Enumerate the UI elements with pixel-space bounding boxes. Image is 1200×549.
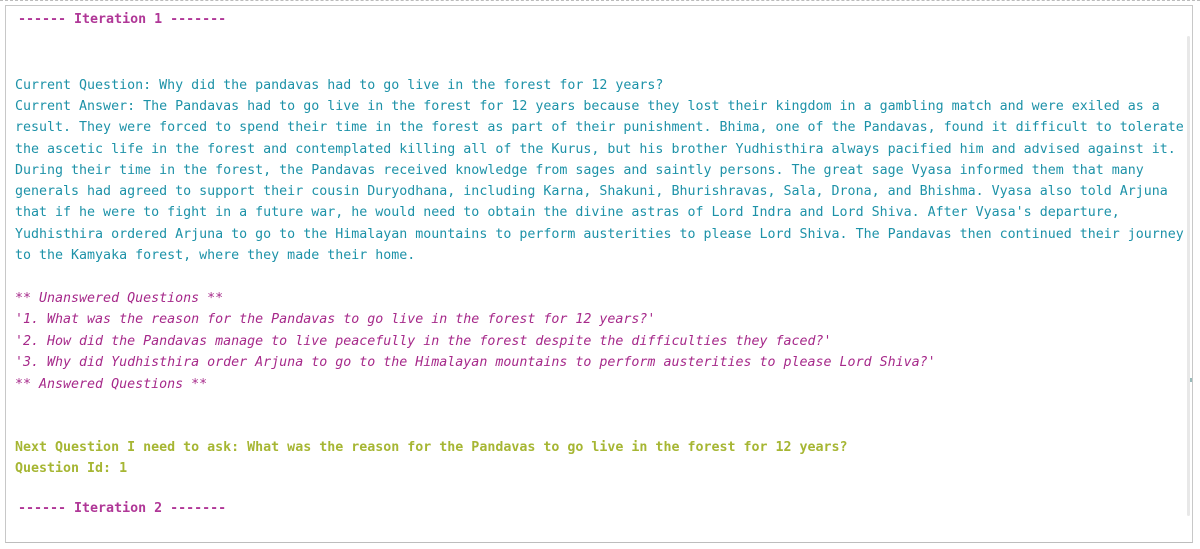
unanswered-question-3: '3. Why did Yudhisthira order Arjuna to …: [15, 355, 936, 370]
answered-questions-heading: ** Answered Questions **: [15, 377, 208, 392]
top-divider: [0, 0, 1200, 4]
vertical-scrollbar[interactable]: [1187, 36, 1190, 516]
iteration-1-header: ------ Iteration 1 -------: [18, 12, 227, 27]
unanswered-question-2: '2. How did the Pandavas manage to live …: [15, 334, 832, 349]
scroll-marker: [1190, 378, 1192, 382]
unanswered-questions-heading: ** Unanswered Questions **: [15, 291, 224, 306]
next-question: Next Question I need to ask: What was th…: [15, 440, 848, 455]
iteration-2-header: ------ Iteration 2 -------: [18, 501, 227, 516]
unanswered-question-1: '1. What was the reason for the Pandavas…: [15, 312, 656, 327]
current-answer: Current Answer: The Pandavas had to go l…: [15, 99, 1184, 264]
output-panel: ------ Iteration 1 ------- Current Quest…: [5, 5, 1193, 543]
current-question: Current Question: Why did the pandavas h…: [15, 78, 664, 93]
question-id: Question Id: 1: [15, 461, 128, 476]
